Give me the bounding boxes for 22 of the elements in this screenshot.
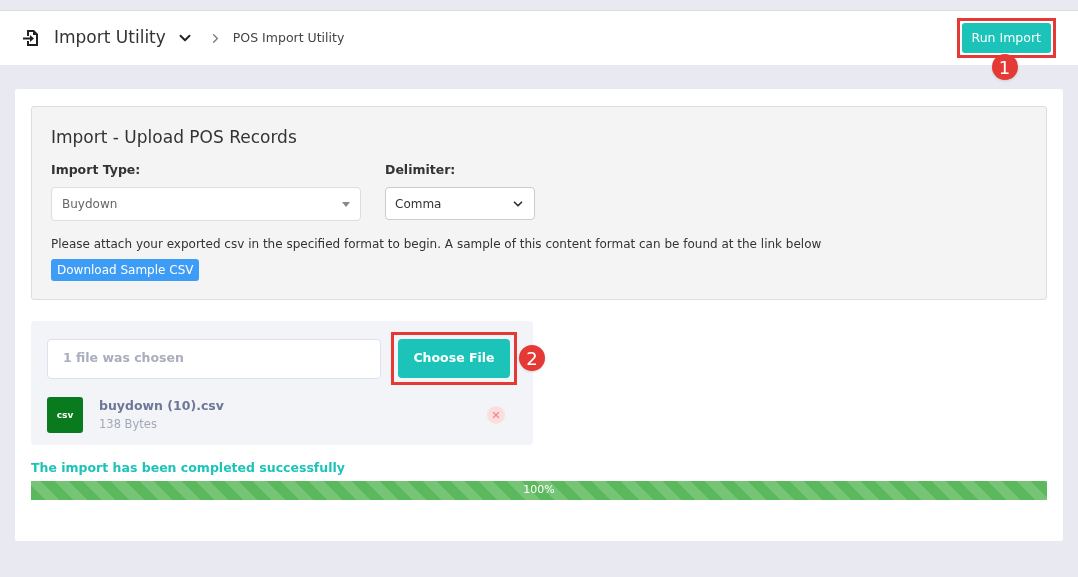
- page-title: Import Utility: [54, 26, 166, 50]
- caret-icon: [342, 201, 350, 207]
- close-icon: [491, 410, 501, 421]
- callout-badge: 2: [519, 345, 545, 372]
- file-import-icon: [22, 29, 40, 47]
- progress-reading: 100%: [523, 482, 555, 499]
- panel-title: Import - Upload POS Records: [51, 126, 298, 149]
- breadcrumb-item[interactable]: POS Import Utility: [232, 28, 345, 48]
- run-import-button[interactable]: Run Import: [961, 23, 1051, 53]
- file-size: 138 Bytes: [99, 416, 158, 433]
- status-message: The import has been completed successfully: [31, 459, 346, 478]
- instructions-text: Please attach your exported csv in the specified format to begin. A sample of this content format can be found at the link below: [51, 236, 823, 254]
- field-label: Import Type:: [51, 160, 142, 179]
- csv-file-icon: csv: [47, 397, 83, 434]
- delimiter-select[interactable]: Comma: [385, 187, 535, 221]
- download-sample-button[interactable]: Download Sample CSV: [51, 259, 200, 282]
- import-type-select[interactable]: Buydown: [51, 187, 361, 222]
- callout-badge: 1: [991, 54, 1018, 80]
- file-name-field[interactable]: 1 file was chosen: [47, 338, 381, 379]
- field-label: Delimiter:: [385, 160, 457, 179]
- file-name: buydown (10).csv: [99, 397, 225, 416]
- choose-file-button[interactable]: Choose File: [398, 339, 510, 379]
